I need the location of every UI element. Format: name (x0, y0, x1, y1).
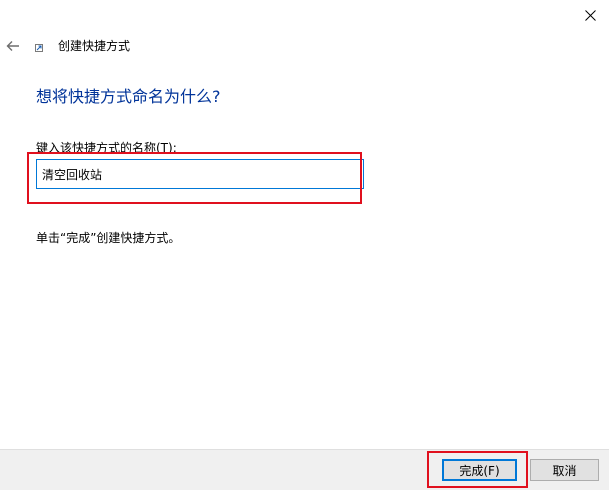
shortcut-name-input[interactable] (36, 159, 364, 189)
cancel-button[interactable]: 取消 (530, 459, 599, 481)
finish-button[interactable]: 完成(F) (442, 459, 517, 481)
back-arrow-icon (6, 41, 19, 51)
page-heading: 想将快捷方式命名为什么? (36, 87, 221, 106)
close-button[interactable] (572, 0, 609, 30)
close-icon (585, 9, 596, 21)
hint-text: 单击“完成”创建快捷方式。 (36, 231, 181, 245)
shortcut-icon (35, 44, 43, 52)
dialog-footer (0, 449, 609, 490)
name-field-label: 键入该快捷方式的名称(T): (36, 141, 177, 155)
back-button[interactable] (2, 36, 24, 56)
dialog-title: 创建快捷方式 (58, 39, 131, 53)
